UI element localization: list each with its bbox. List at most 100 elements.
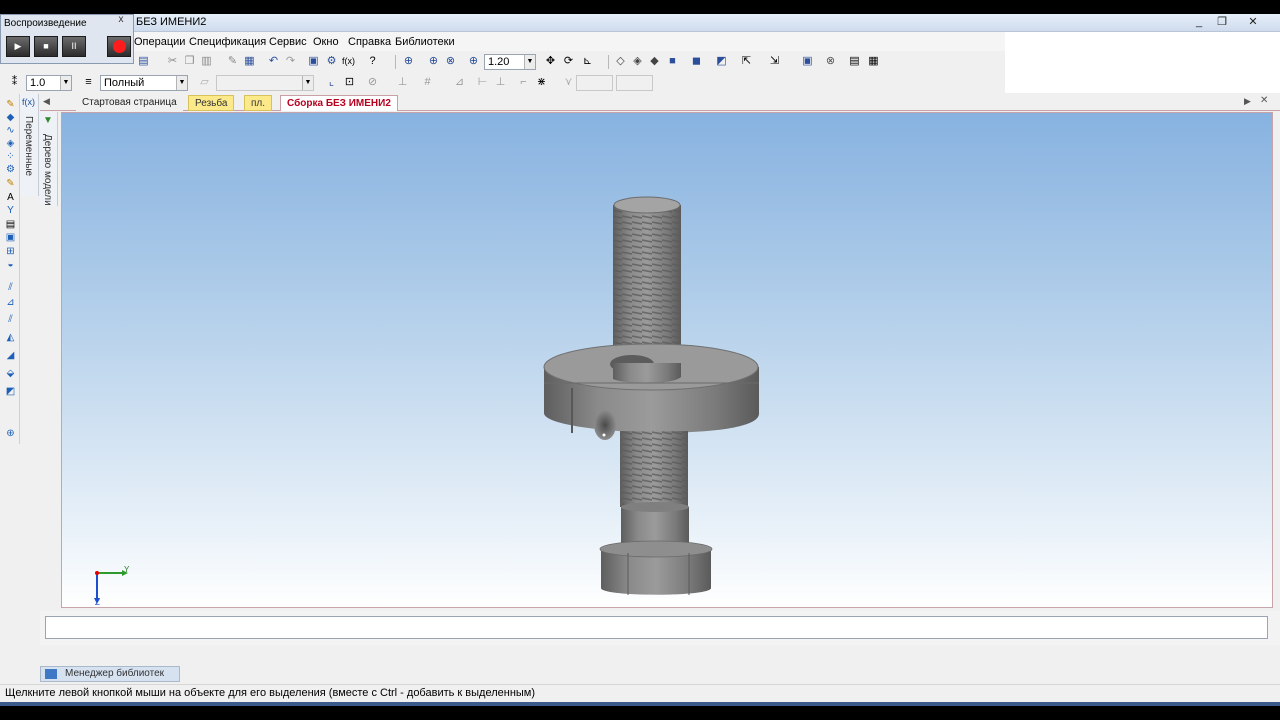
ortho-icon[interactable]: ⊘ (366, 76, 379, 89)
thin-lines-icon[interactable]: ◆ (648, 55, 661, 68)
bolt-thread-lower[interactable] (620, 431, 688, 507)
shaded-edges-icon[interactable]: ◼ (690, 55, 703, 68)
view-manager-icon[interactable]: ▣ (801, 55, 814, 68)
spec-icon[interactable]: ▣ (4, 232, 17, 243)
menu-window[interactable]: Окно (313, 36, 339, 48)
menu-service[interactable]: Сервис (269, 36, 307, 48)
menu-libraries[interactable]: Библиотеки (395, 36, 455, 48)
local-cs-icon[interactable]: ⌞ (325, 76, 338, 89)
cursor-icon[interactable]: ⊢ (476, 76, 489, 89)
restore-button[interactable]: ❐ (1213, 15, 1231, 30)
select-filter-icon[interactable]: ⇱ (740, 55, 753, 68)
angle-plane-icon[interactable]: ◭ (4, 332, 17, 343)
chevron-down-icon[interactable]: ▼ (524, 55, 535, 69)
tab-plate[interactable]: пл. (244, 95, 273, 111)
menu-help[interactable]: Справка (348, 36, 391, 48)
pause-button[interactable]: II (62, 36, 86, 57)
orientation-icon[interactable]: ⊾ (581, 55, 594, 68)
perspective-icon[interactable]: ◩ (715, 55, 728, 68)
align-icon[interactable]: ⊥ (396, 76, 409, 89)
shaded-icon[interactable]: ■ (666, 55, 679, 68)
menu-specification[interactable]: Спецификация (189, 36, 266, 48)
coord-x-field[interactable] (576, 75, 613, 91)
close-button[interactable]: ✕ (1244, 15, 1262, 30)
tab-thread[interactable]: Резьба (188, 95, 235, 111)
zoom-fit-icon[interactable]: ⊗ (444, 55, 457, 68)
pan-icon[interactable]: ✥ (544, 55, 557, 68)
tabs-scroll-left-icon[interactable]: ◀ (43, 96, 50, 107)
snaps-icon[interactable]: ⋇ (535, 76, 548, 89)
hidden-lines-icon[interactable]: ◈ (631, 55, 644, 68)
spec-icon[interactable]: ▦ (867, 55, 880, 68)
assembly-icon[interactable]: ⚙ (4, 164, 17, 175)
help-pointer-icon[interactable]: ? (366, 55, 379, 68)
collar-ring[interactable] (543, 343, 760, 440)
layer-select[interactable]: ▼ (216, 75, 314, 91)
tabs-scroll-right-icon[interactable]: ▶ (1244, 96, 1251, 107)
snap-icon[interactable]: ⊡ (343, 76, 356, 89)
minimize-button[interactable]: _ (1190, 15, 1208, 30)
chevron-down-icon[interactable]: ▼ (60, 76, 71, 90)
properties-icon[interactable]: ▦ (243, 55, 256, 68)
function-icon[interactable]: f(x) (342, 55, 355, 68)
brush-icon[interactable]: ✎ (226, 55, 239, 68)
round-icon[interactable]: ⊿ (453, 76, 466, 89)
relative-icon[interactable]: ⊥ (494, 76, 507, 89)
tab-start-page[interactable]: Стартовая страница (76, 95, 183, 111)
style-select[interactable]: Полный ▼ (100, 75, 188, 91)
zoom-in-icon[interactable]: ⊕ (427, 55, 440, 68)
copy-icon[interactable]: ❐ (183, 55, 196, 68)
tab-assembly[interactable]: Сборка БЕЗ ИМЕНИ2 (280, 95, 398, 111)
redo-icon[interactable]: ↷ (284, 55, 297, 68)
normal-plane-icon[interactable]: ◩ (4, 386, 17, 397)
layout-icon[interactable]: ▤ (137, 55, 150, 68)
mid-plane-icon[interactable]: ⬙ (4, 368, 17, 379)
sheet-icon[interactable]: ◒ (4, 259, 17, 270)
bolt-hex-head[interactable] (599, 540, 713, 595)
axis-icon[interactable]: ⊿ (4, 297, 17, 308)
zoom-window-icon[interactable]: ⊕ (402, 55, 415, 68)
search-icon[interactable]: ⊕ (4, 428, 17, 439)
plane-icon[interactable]: ⫽ (4, 282, 17, 293)
command-input[interactable] (45, 616, 1268, 639)
dimension-icon[interactable]: A (4, 192, 17, 203)
offset-plane-icon[interactable]: ⫽ (4, 314, 17, 325)
trace-icon[interactable]: ⊗ (824, 55, 837, 68)
filter-icon[interactable]: Y (4, 205, 17, 216)
chevron-down-icon[interactable]: ▼ (176, 76, 187, 90)
report-icon[interactable]: ⊞ (4, 246, 17, 257)
playback-window[interactable]: Воспроизведение x ▶ ■ II (0, 14, 134, 64)
function-icon[interactable]: f(x) (22, 97, 35, 107)
report-icon[interactable]: ▤ (848, 55, 861, 68)
library-manager-tab[interactable]: Менеджер библиотек (40, 666, 180, 682)
array-icon[interactable]: ⁘ (4, 151, 17, 162)
edit-icon[interactable]: ✎ (4, 178, 17, 189)
model-viewport[interactable]: Y Z (61, 112, 1273, 608)
measure-icon[interactable]: ▤ (4, 219, 17, 230)
zoom-scale-icon[interactable]: ⊕ (467, 55, 480, 68)
playback-close-button[interactable]: x (111, 15, 131, 26)
step-select[interactable]: 1.0 ▼ (26, 75, 72, 91)
rotate-icon[interactable]: ⟳ (562, 55, 575, 68)
filter-icon[interactable]: ⇲ (768, 55, 781, 68)
stop-button[interactable]: ■ (34, 36, 58, 57)
variables-panel[interactable]: f(x) Переменные (20, 94, 39, 196)
record-button[interactable] (107, 36, 131, 57)
zoom-select[interactable]: 1.20 ▼ (484, 54, 536, 70)
surface-icon[interactable]: ◈ (4, 138, 17, 149)
menu-operations[interactable]: Операции (134, 36, 185, 48)
tools-icon[interactable]: ✎ (4, 99, 17, 110)
assembly-model[interactable] (62, 113, 1273, 608)
play-button[interactable]: ▶ (6, 36, 30, 57)
grid-icon[interactable]: # (421, 76, 434, 89)
curve-icon[interactable]: ∿ (4, 125, 17, 136)
chevron-down-icon[interactable]: ▼ (302, 76, 313, 90)
gear-icon[interactable]: ⚙ (325, 55, 338, 68)
close-icon[interactable]: ✕ (1260, 95, 1268, 106)
coord-y-field[interactable] (616, 75, 653, 91)
wireframe-icon[interactable]: ◇ (614, 55, 627, 68)
paste-icon[interactable]: ▥ (200, 55, 213, 68)
part-icon[interactable]: ◆ (4, 112, 17, 123)
cut-icon[interactable]: ✂ (166, 55, 179, 68)
tangent-icon[interactable]: ◢ (4, 350, 17, 361)
